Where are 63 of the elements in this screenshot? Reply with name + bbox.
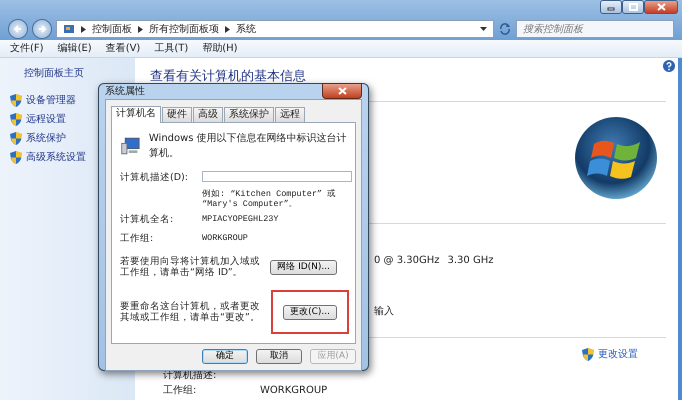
detail-label: 工作组:: [163, 384, 198, 396]
forward-button[interactable]: [32, 19, 52, 39]
shield-icon: [582, 348, 594, 360]
chevron-icon: [138, 26, 143, 32]
breadcrumb-item[interactable]: 所有控制面板项: [149, 22, 219, 36]
breadcrumb-item[interactable]: 系统: [236, 22, 256, 36]
chevron-icon: [225, 26, 230, 32]
hint-text: 例如: “Kitchen Computer” 或 “Mary's Computer”。: [202, 189, 338, 210]
dropdown-caret-icon: [480, 27, 487, 31]
maximize-button[interactable]: [622, 0, 644, 14]
address-bar[interactable]: 控制面板 所有控制面板项 系统: [56, 20, 494, 38]
field-label: 工作组:: [120, 232, 154, 246]
minimize-button[interactable]: [600, 0, 622, 14]
action-text: 要重命名这台计算机，或者更改其域或工作组，请单击“更改”。: [120, 300, 261, 323]
sidebar-item[interactable]: 系统保护: [10, 131, 135, 146]
computer-icon: [120, 135, 141, 157]
close-icon: [656, 3, 666, 11]
close-button[interactable]: [644, 0, 678, 14]
menu-item[interactable]: 文件(F): [10, 41, 44, 56]
menu-item[interactable]: 工具(T): [154, 41, 188, 56]
shield-icon: [10, 113, 22, 126]
field-value: WORKGROUP: [202, 232, 249, 244]
close-button[interactable]: [322, 82, 362, 98]
breadcrumb-item[interactable]: 控制面板: [92, 22, 132, 36]
tab[interactable]: 计算机名: [111, 106, 161, 123]
refresh-icon: [498, 22, 512, 36]
forward-arrow-icon: [37, 24, 47, 34]
chevron-icon: [81, 26, 86, 32]
back-arrow-icon: [13, 24, 23, 34]
page-title: 查看有关计算机的基本信息: [150, 68, 307, 86]
tab[interactable]: 高级: [193, 107, 223, 122]
dialog-button[interactable]: 确定: [202, 349, 248, 364]
sidebar-item[interactable]: 高级系统设置: [10, 150, 135, 165]
menu-item[interactable]: 编辑(E): [58, 41, 92, 56]
maximize-icon: [628, 3, 638, 11]
menu-item[interactable]: 查看(V): [106, 41, 140, 56]
tab[interactable]: 硬件: [162, 107, 192, 122]
control-panel-icon: [63, 23, 75, 35]
field-label: 计算机描述(D):: [120, 171, 189, 185]
tab[interactable]: 远程: [275, 107, 305, 122]
processor-speed: 3.30 GHz: [448, 254, 494, 268]
input-text: 输入: [374, 304, 394, 318]
shield-icon: [10, 132, 22, 145]
back-button[interactable]: [8, 19, 28, 39]
dialog-button[interactable]: 取消: [256, 349, 302, 364]
field-value: MPIACYOPEGHL23Y: [202, 213, 280, 226]
field-label: 计算机全名:: [120, 213, 174, 228]
tab[interactable]: 系统保护: [224, 107, 274, 122]
action-text: 若要使用向导将计算机加入域或工作组，请单击“网络 ID”。: [120, 256, 261, 278]
action-button[interactable]: 更改(C)...: [283, 304, 337, 320]
menu-item[interactable]: 帮助(H): [202, 41, 238, 56]
close-icon: [338, 86, 346, 94]
change-settings-link[interactable]: 更改设置: [582, 346, 638, 362]
shield-icon: [10, 94, 22, 107]
sidebar-link[interactable]: 控制面板主页: [24, 66, 135, 81]
action-button[interactable]: 网络 ID(N)...: [270, 260, 337, 275]
processor-text: 0 @ 3.30GHz: [374, 254, 440, 268]
intro-text: Windows 使用以下信息在网络中标识这台计算机。: [148, 132, 347, 161]
description-field[interactable]: [202, 171, 352, 182]
shield-icon: [10, 151, 22, 164]
dialog-title: 系统属性: [105, 84, 145, 99]
search-field[interactable]: 搜索控制面板: [516, 20, 674, 38]
detail-value: WORKGROUP: [260, 384, 328, 396]
